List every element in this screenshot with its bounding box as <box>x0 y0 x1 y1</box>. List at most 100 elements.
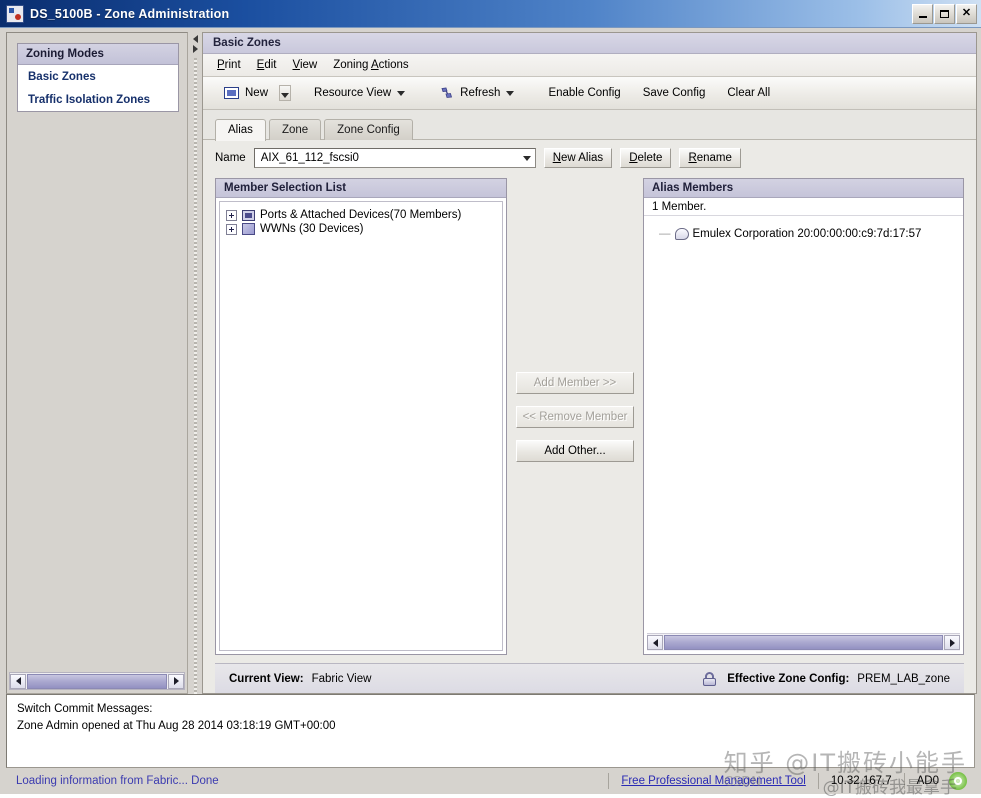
member-selection-tree[interactable]: Ports & Attached Devices(70 Members) WWN… <box>219 201 503 651</box>
expand-icon[interactable] <box>226 209 237 221</box>
zone-administration-window: DS_5100B - Zone Administration ✕ Zoning … <box>0 0 981 798</box>
title-bar: DS_5100B - Zone Administration ✕ <box>0 0 981 28</box>
close-button[interactable]: ✕ <box>956 3 977 24</box>
tree-item-wwns[interactable]: WWNs (30 Devices) <box>226 222 496 236</box>
panel-splitter[interactable] <box>188 32 202 694</box>
expand-icon[interactable] <box>226 223 237 235</box>
sidebar-item-traffic-isolation-zones[interactable]: Traffic Isolation Zones <box>18 88 178 111</box>
splitter-grip[interactable] <box>193 58 197 694</box>
current-view-value: Fabric View <box>311 672 372 685</box>
minimize-icon <box>913 5 932 23</box>
menu-zoning-actions[interactable]: Zoning Actions <box>333 59 408 71</box>
application-status-bar: Loading information from Fabric... Done … <box>6 768 975 794</box>
tab-strip: Alias Zone Zone Config <box>203 110 976 141</box>
clear-all-button[interactable]: Clear All <box>716 83 781 103</box>
new-button-label: New <box>245 87 269 99</box>
refresh-button[interactable]: Refresh <box>428 82 525 104</box>
menu-view[interactable]: View <box>292 59 317 71</box>
tree-item-label: WWNs (30 Devices) <box>260 223 364 235</box>
menu-print[interactable]: Print <box>217 59 241 71</box>
tab-zone-config[interactable]: Zone Config <box>324 119 413 140</box>
delete-alias-button[interactable]: Delete <box>620 148 672 168</box>
enable-config-button[interactable]: Enable Config <box>537 83 631 103</box>
scroll-left-button[interactable] <box>647 635 663 650</box>
tree-connector-icon: — <box>659 228 671 240</box>
lists-row: Member Selection List Ports & Attached D… <box>215 178 964 655</box>
effective-zone-config-value: PREM_LAB_zone <box>857 672 950 685</box>
name-row: Name AIX_61_112_fscsi0 New Alias Delete … <box>215 148 964 168</box>
basic-zones-panel: Basic Zones Print Edit View Zoning Actio… <box>202 32 977 694</box>
new-dropdown-button[interactable] <box>279 85 292 101</box>
save-config-button[interactable]: Save Config <box>632 83 717 103</box>
tab-zone[interactable]: Zone <box>268 119 322 140</box>
close-icon: ✕ <box>961 7 972 19</box>
lock-icon <box>702 671 717 686</box>
scroll-right-button[interactable] <box>944 635 960 650</box>
arrow-right-icon <box>173 677 179 685</box>
new-button[interactable]: New <box>213 83 279 103</box>
scroll-thumb[interactable] <box>664 635 943 650</box>
alias-members-tree[interactable]: — Emulex Corporation 20:00:00:00:c9:7d:1… <box>647 219 960 630</box>
panel-caption: Basic Zones <box>203 33 976 54</box>
admin-domain-label: AD0 <box>916 775 939 787</box>
expand-right-icon[interactable] <box>192 45 198 53</box>
alias-name-combobox[interactable]: AIX_61_112_fscsi0 <box>253 148 536 168</box>
maximize-icon <box>935 5 954 23</box>
tab-alias[interactable]: Alias <box>215 119 266 141</box>
alias-members-list: Alias Members 1 Member. — Emulex Corpora… <box>643 178 964 655</box>
add-other-button[interactable]: Add Other... <box>516 439 634 462</box>
switch-commit-messages[interactable]: Switch Commit Messages: Zone Admin opene… <box>6 694 975 768</box>
new-icon <box>224 87 239 99</box>
status-separator <box>608 773 610 789</box>
minimize-button[interactable] <box>912 3 933 24</box>
add-member-button[interactable]: Add Member >> <box>516 371 634 394</box>
enable-config-label: Enable Config <box>548 87 621 99</box>
status-message: Loading information from Fabric... Done <box>16 775 219 787</box>
menu-edit[interactable]: Edit <box>257 59 277 71</box>
chevron-down-icon <box>506 90 515 96</box>
name-label: Name <box>215 152 246 164</box>
member-selection-list-header: Member Selection List <box>216 179 506 198</box>
lock-body <box>703 677 717 686</box>
list-item[interactable]: — Emulex Corporation 20:00:00:00:c9:7d:1… <box>653 225 954 242</box>
body-area: Zoning Modes Basic Zones Traffic Isolati… <box>0 28 981 694</box>
alias-members-horizontal-scrollbar[interactable] <box>647 633 960 651</box>
arrow-left-icon <box>652 638 658 647</box>
clear-all-label: Clear All <box>727 87 771 99</box>
resource-view-label: Resource View <box>314 87 392 99</box>
scroll-right-button[interactable] <box>168 673 184 689</box>
save-config-label: Save Config <box>642 87 706 99</box>
scroll-left-button[interactable] <box>10 673 26 689</box>
zoning-modes-box: Zoning Modes Basic Zones Traffic Isolati… <box>17 43 179 112</box>
new-alias-button[interactable]: New Alias <box>543 148 613 168</box>
bottom-area: Switch Commit Messages: Zone Admin opene… <box>0 694 981 794</box>
refresh-label: Refresh <box>460 87 501 99</box>
scroll-thumb[interactable] <box>27 673 167 689</box>
tree-item-label: Ports & Attached Devices(70 Members) <box>260 209 462 221</box>
left-panel-horizontal-scrollbar[interactable] <box>9 672 185 690</box>
menu-bar: Print Edit View Zoning Actions <box>203 54 976 77</box>
arrow-right-icon <box>949 638 955 647</box>
chevron-down-icon <box>281 93 290 98</box>
management-tool-link[interactable]: Free Professional Management Tool <box>621 775 806 787</box>
rename-alias-button[interactable]: Rename <box>679 148 741 168</box>
status-separator <box>903 773 905 789</box>
recycle-icon[interactable] <box>949 772 967 790</box>
tree-item-ports-attached-devices[interactable]: Ports & Attached Devices(70 Members) <box>226 208 496 222</box>
window-title: DS_5100B - Zone Administration <box>30 6 230 21</box>
alias-name-value: AIX_61_112_fscsi0 <box>260 152 359 164</box>
left-panel-filler <box>7 112 187 672</box>
zoning-modes-header: Zoning Modes <box>18 44 178 65</box>
effective-zone-config-label: Effective Zone Config: <box>727 672 850 685</box>
view-status-bar: Current View: Fabric View Effective Zone… <box>215 663 964 693</box>
chevron-down-icon <box>397 90 406 96</box>
sidebar-item-basic-zones[interactable]: Basic Zones <box>18 65 178 88</box>
wwn-icon <box>242 223 255 235</box>
commit-messages-title: Switch Commit Messages: <box>17 703 153 715</box>
resource-view-button[interactable]: Resource View <box>303 83 416 103</box>
collapse-left-icon[interactable] <box>192 35 198 43</box>
refresh-icon <box>439 86 454 100</box>
maximize-button[interactable] <box>934 3 955 24</box>
status-separator <box>817 773 819 789</box>
remove-member-button[interactable]: << Remove Member <box>516 405 634 428</box>
